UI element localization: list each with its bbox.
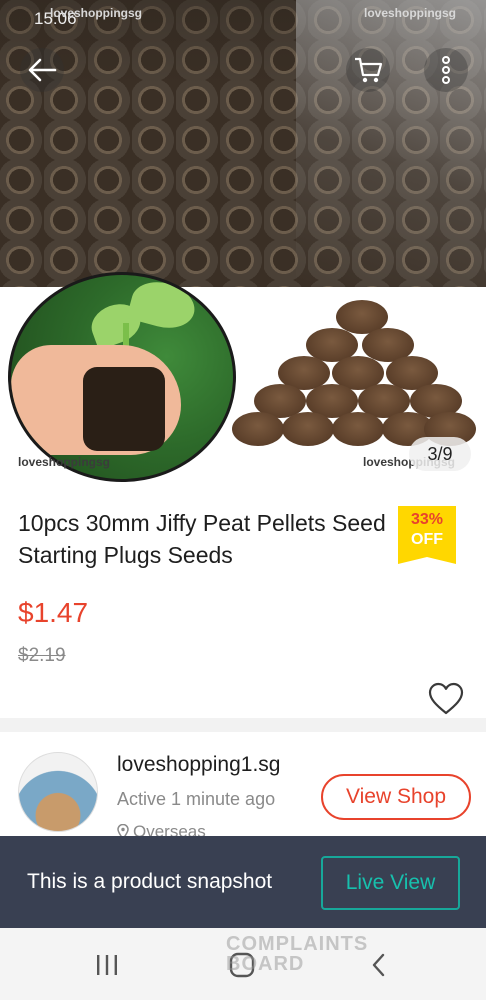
gallery-counter: 3/9: [409, 437, 471, 471]
discount-badge: 33% OFF: [398, 506, 456, 564]
more-options-button[interactable]: [424, 48, 468, 92]
snapshot-banner: This is a product snapshot Live View: [0, 836, 486, 928]
arrow-left-icon: [28, 58, 57, 82]
product-image-gallery[interactable]: 15:06 loveshoppingsg loveshoppingsg love…: [0, 0, 486, 490]
cart-icon: [355, 57, 383, 83]
watermark-text: loveshoppingsg: [18, 455, 111, 469]
shop-name[interactable]: loveshopping1.sg: [117, 753, 280, 777]
peat-pellet-pile-photo: [232, 300, 476, 460]
overlay-logo-line2: BOARD: [226, 953, 305, 975]
current-price: $1.47: [18, 597, 89, 628]
discount-percent: 33%: [410, 511, 444, 528]
discount-off-label: OFF: [411, 531, 443, 548]
shop-active-status: Active 1 minute ago: [117, 789, 276, 809]
overlay-logo-line1: COMPLAINTS: [226, 933, 369, 955]
recent-apps-button[interactable]: [87, 948, 127, 982]
product-title: 10pcs 30mm Jiffy Peat Pellets Seed Start…: [18, 510, 386, 568]
live-view-button[interactable]: Live View: [321, 856, 460, 910]
overlay-watermark-logo: COMPLAINTS BOARD: [226, 934, 368, 974]
cart-button[interactable]: [346, 48, 390, 92]
section-divider: [0, 718, 486, 732]
watermark-text: loveshoppingsg: [364, 6, 457, 20]
back-button[interactable]: [20, 48, 64, 92]
wishlist-button[interactable]: [428, 682, 464, 716]
peat-pellets-watering-photo: [0, 0, 486, 287]
more-vertical-icon: [442, 56, 450, 84]
original-price: $2.19: [18, 645, 66, 666]
view-shop-button[interactable]: View Shop: [321, 774, 471, 820]
back-chevron-icon: [372, 953, 385, 977]
recent-apps-icon: [97, 955, 117, 975]
shop-avatar[interactable]: [18, 752, 98, 832]
watermark-text: loveshoppingsg: [50, 6, 143, 20]
seedling-in-hand-photo: [8, 272, 236, 482]
heart-outline-icon: [428, 682, 464, 715]
snapshot-message: This is a product snapshot: [27, 870, 273, 893]
